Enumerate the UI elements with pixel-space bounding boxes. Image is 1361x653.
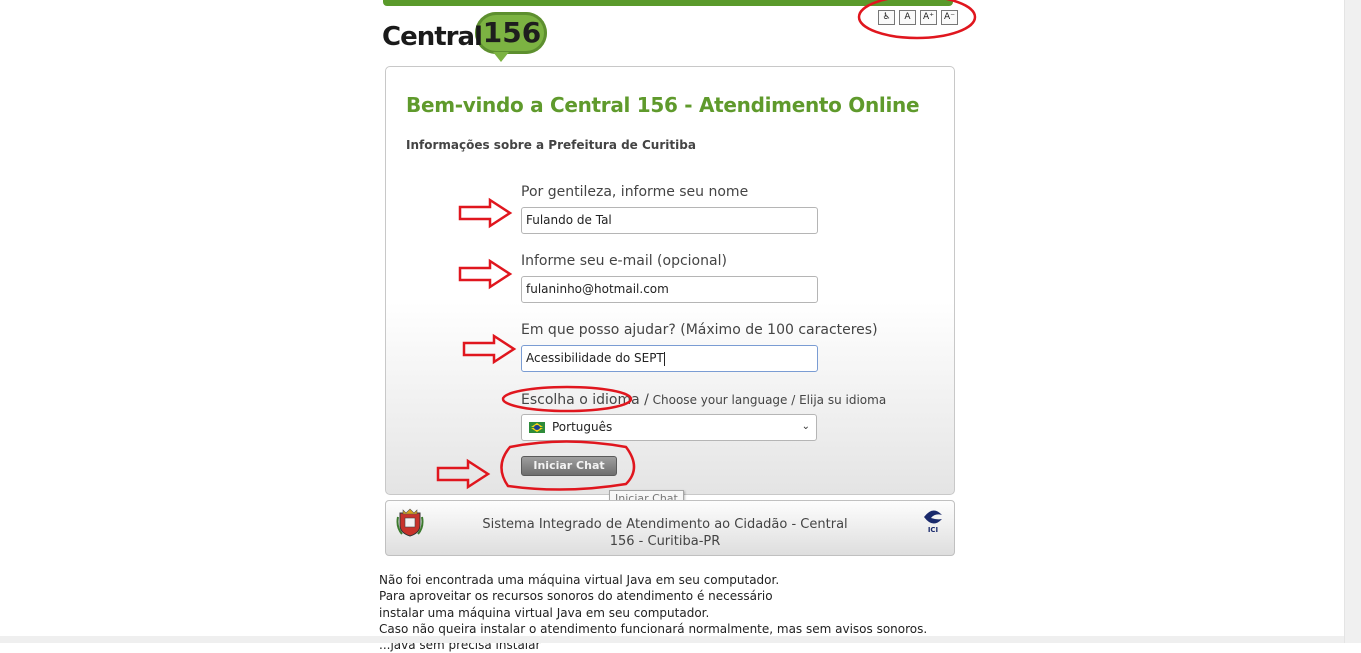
language-label-main: Escolha o idioma / — [521, 392, 649, 408]
question-field[interactable]: Acessibilidade do SEPT — [521, 345, 818, 372]
logo-number: 156 — [482, 16, 542, 49]
page-title: Bem-vindo a Central 156 - Atendimento On… — [406, 93, 920, 117]
language-select[interactable]: Português ⌄ — [521, 414, 817, 441]
name-field[interactable]: Fulando de Tal — [521, 207, 818, 234]
footer-panel: Sistema Integrado de Atendimento ao Cida… — [385, 500, 955, 556]
language-selected-value: Português — [552, 420, 613, 434]
email-value: fulaninho@hotmail.com — [526, 282, 669, 296]
vertical-scrollbar[interactable] — [1344, 0, 1361, 643]
question-label: Em que posso ajudar? (Máximo de 100 cara… — [521, 322, 878, 338]
notice-line: Para aproveitar os recursos sonoros do a… — [379, 589, 773, 604]
language-label-rest: Choose your language / Elija su idioma — [648, 393, 887, 407]
page-subtitle: Informações sobre a Prefeitura de Curiti… — [406, 138, 696, 152]
chat-form-card: Bem-vindo a Central 156 - Atendimento On… — [385, 66, 955, 495]
wheelchair-icon[interactable]: ♿ — [878, 10, 895, 25]
email-label: Informe seu e-mail (opcional) — [521, 253, 727, 269]
text-caret — [663, 351, 665, 366]
logo-text: Central — [382, 22, 483, 52]
question-value: Acessibilidade do SEPT — [526, 351, 664, 365]
accessibility-toolbar: ♿ A A⁺ A⁻ — [878, 10, 958, 25]
start-chat-button[interactable]: Iniciar Chat — [521, 456, 617, 476]
footer-text: Sistema Integrado de Atendimento ao Cida… — [482, 517, 848, 549]
notice-line: instalar uma máquina virtual Java em seu… — [379, 605, 710, 620]
font-default-icon[interactable]: A — [899, 10, 916, 25]
ici-logo-text: ICI — [927, 526, 939, 534]
central-156-logo[interactable]: Central 156 — [382, 10, 550, 62]
chevron-down-icon: ⌄ — [801, 421, 810, 432]
brazil-flag-icon — [529, 422, 545, 433]
font-increase-icon[interactable]: A⁺ — [920, 10, 937, 25]
language-label: Escolha o idioma / Choose your language … — [521, 392, 886, 408]
ici-logo-icon: ICI — [921, 507, 945, 537]
curitiba-crest-icon — [396, 508, 424, 537]
notice-line: Caso não queira instalar o atendimento f… — [379, 621, 928, 636]
font-decrease-icon[interactable]: A⁻ — [941, 10, 958, 25]
notice-line: Não foi encontrada uma máquina virtual J… — [379, 573, 780, 587]
top-green-bar — [383, 0, 953, 6]
horizontal-scrollbar[interactable] — [0, 636, 1344, 643]
name-value: Fulando de Tal — [526, 213, 612, 227]
name-label: Por gentileza, informe seu nome — [521, 184, 749, 200]
email-field[interactable]: fulaninho@hotmail.com — [521, 276, 818, 303]
